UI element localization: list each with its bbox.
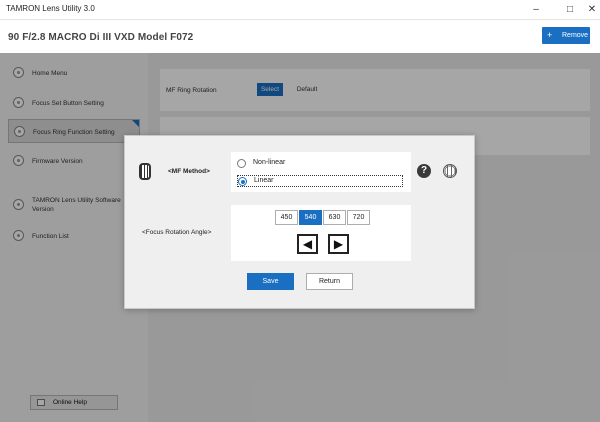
- save-button[interactable]: Save: [247, 273, 294, 290]
- radio-button-selected[interactable]: [238, 177, 247, 186]
- mf-method-dialog: <MF Method> Non-linear Linear ? <Focus R…: [124, 135, 475, 309]
- title-bar: TAMRON Lens Utility 3.0 – □ ✕: [0, 0, 600, 20]
- lens-model-title: 90 F/2.8 MACRO Di III VXD Model F072: [8, 32, 194, 43]
- arrow-right-button[interactable]: ▶: [328, 234, 349, 254]
- remove-label: Remove: [562, 32, 589, 39]
- angle-540-button[interactable]: 540: [299, 210, 322, 225]
- globe-icon[interactable]: [443, 164, 457, 178]
- minimize-button[interactable]: –: [528, 2, 544, 18]
- arrow-left-button[interactable]: ◀: [297, 234, 318, 254]
- return-button[interactable]: Return: [306, 273, 353, 290]
- angle-720-button[interactable]: 720: [347, 210, 370, 225]
- option-label: Linear: [254, 177, 274, 184]
- close-button[interactable]: ✕: [584, 2, 600, 18]
- focus-ring-icon: [139, 163, 151, 180]
- maximize-button[interactable]: □: [562, 2, 578, 18]
- remove-button[interactable]: + Remove: [542, 27, 590, 44]
- option-non-linear[interactable]: Non-linear: [237, 158, 403, 170]
- help-icon[interactable]: ?: [417, 164, 431, 178]
- option-label: Non-linear: [253, 159, 286, 166]
- angle-630-button[interactable]: 630: [323, 210, 346, 225]
- remove-icon: +: [547, 30, 553, 40]
- window-title: TAMRON Lens Utility 3.0: [6, 4, 95, 13]
- option-linear[interactable]: Linear: [237, 175, 403, 187]
- mf-method-label: <MF Method>: [168, 168, 210, 175]
- focus-rotation-angle-options: 450 540 630 720 ◀ ▶: [231, 205, 411, 261]
- angle-450-button[interactable]: 450: [275, 210, 298, 225]
- mf-method-options: Non-linear Linear: [231, 152, 411, 192]
- radio-button[interactable]: [237, 159, 246, 168]
- focus-rotation-angle-label: <Focus Rotation Angle>: [142, 229, 212, 236]
